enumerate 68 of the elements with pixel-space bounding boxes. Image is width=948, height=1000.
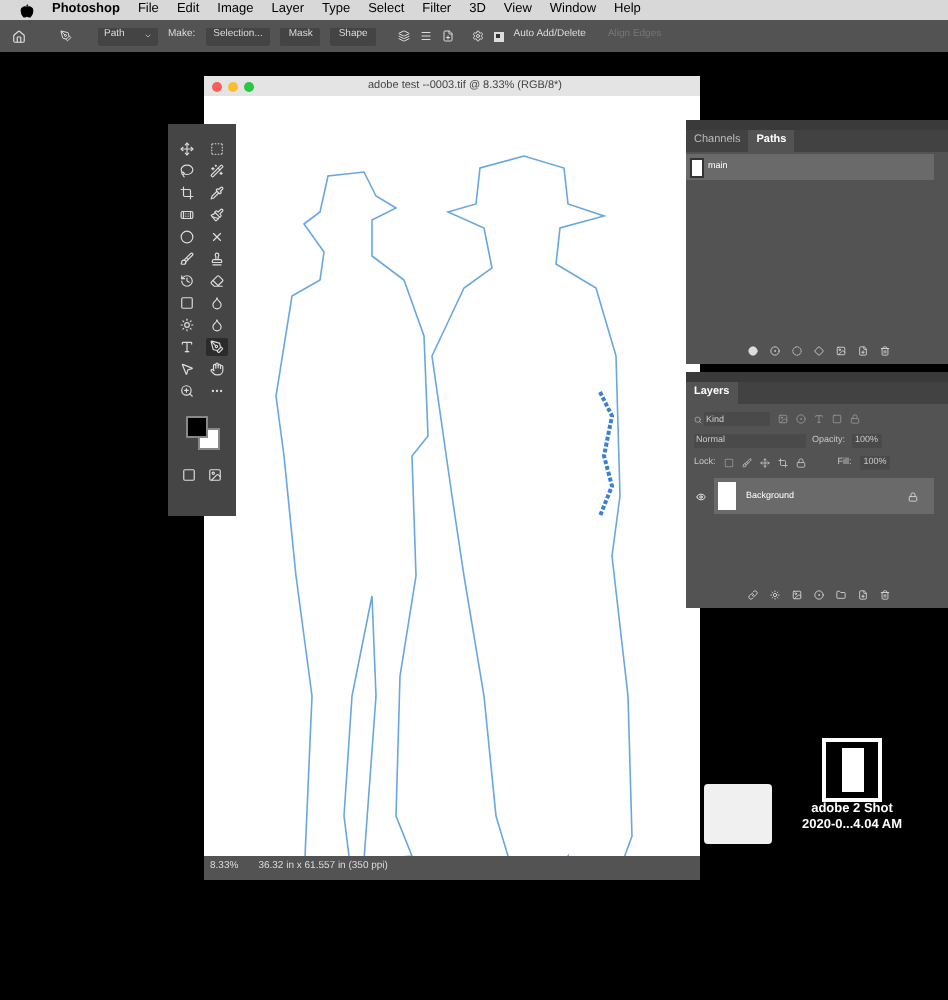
tool-icon <box>180 230 194 244</box>
tool-icon <box>180 164 194 178</box>
auto-add-delete-checkbox[interactable] <box>493 31 504 41</box>
new-layer-icon[interactable] <box>857 589 867 599</box>
tool-button[interactable] <box>206 184 228 202</box>
add-mask-icon[interactable] <box>791 589 801 599</box>
tool-button[interactable] <box>206 360 228 378</box>
fill-path-icon[interactable] <box>747 345 757 355</box>
tool-button[interactable] <box>176 140 198 158</box>
tool-icon <box>180 384 194 398</box>
lock-all-icon[interactable] <box>795 458 806 468</box>
folder-icon[interactable] <box>835 589 845 599</box>
tool-icon <box>180 142 194 156</box>
tool-icon <box>180 274 194 288</box>
tool-icon <box>210 186 224 200</box>
visibility-icon[interactable] <box>695 491 705 501</box>
tool-button[interactable] <box>206 338 228 356</box>
path-thumbnail <box>690 157 704 177</box>
tool-button[interactable] <box>176 162 198 180</box>
tool-button[interactable] <box>206 316 228 334</box>
tool-button[interactable] <box>176 206 198 224</box>
quick-mask-icon[interactable] <box>182 468 196 482</box>
tool-icon <box>210 274 224 288</box>
tool-icon <box>210 164 224 178</box>
tool-icon <box>180 208 194 222</box>
tool-button[interactable] <box>206 250 228 268</box>
new-path-icon[interactable] <box>857 345 867 355</box>
tool-button[interactable] <box>206 294 228 312</box>
tool-icon <box>180 318 194 332</box>
tool-icon <box>180 252 194 266</box>
tool-button[interactable] <box>176 272 198 290</box>
settings-icon[interactable] <box>471 30 484 42</box>
tool-icon <box>210 384 224 398</box>
tool-button[interactable] <box>176 250 198 268</box>
tool-icon <box>210 208 224 222</box>
tool-icon <box>180 296 194 310</box>
home-icon[interactable] <box>12 29 26 43</box>
tool-icon <box>180 362 194 376</box>
tool-button[interactable] <box>206 162 228 180</box>
screenshot-file-icon[interactable] <box>822 738 882 802</box>
load-selection-icon[interactable] <box>791 345 801 355</box>
tool-icon <box>180 186 194 200</box>
apple-icon[interactable] <box>20 3 34 17</box>
tool-icon <box>210 252 224 266</box>
tool-button[interactable] <box>176 338 198 356</box>
make-path-icon[interactable] <box>813 345 823 355</box>
add-mask-icon[interactable] <box>835 345 845 355</box>
tool-icon <box>180 340 194 354</box>
delete-icon[interactable] <box>879 345 889 355</box>
search-icon <box>694 415 702 423</box>
stroke-path-icon[interactable] <box>769 345 779 355</box>
screen-mode-icon[interactable] <box>208 468 222 482</box>
tool-button[interactable] <box>176 184 198 202</box>
layer-thumbnail <box>718 482 736 510</box>
delete-icon[interactable] <box>879 589 889 599</box>
foreground-color-swatch[interactable] <box>186 416 208 438</box>
tool-button[interactable] <box>176 228 198 246</box>
tool-button[interactable] <box>176 382 198 400</box>
tool-button[interactable] <box>206 206 228 224</box>
tool-button[interactable] <box>176 294 198 312</box>
pen-icon[interactable] <box>60 30 72 42</box>
tool-icon <box>210 230 224 244</box>
lock-position-icon[interactable] <box>759 458 770 468</box>
tool-button[interactable] <box>176 360 198 378</box>
tool-icon <box>210 362 224 376</box>
tool-icon <box>210 340 224 354</box>
link-icon[interactable] <box>747 589 757 599</box>
tool-button[interactable] <box>206 272 228 290</box>
